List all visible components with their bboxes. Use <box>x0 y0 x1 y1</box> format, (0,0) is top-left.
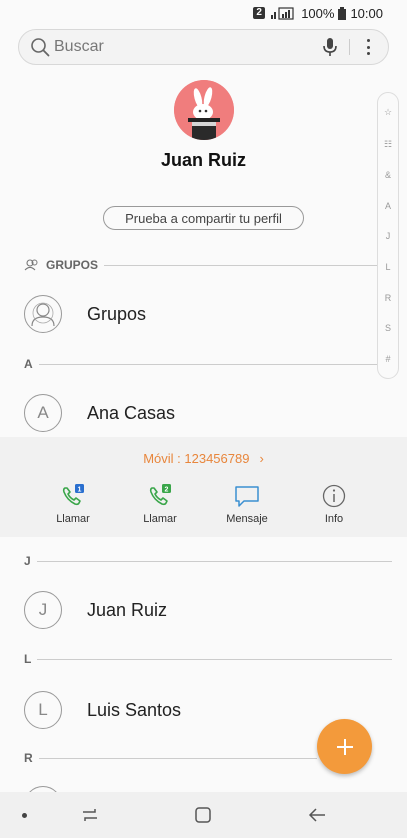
groups-icon <box>24 259 38 271</box>
index-ampersand[interactable]: & <box>385 170 391 180</box>
system-navigation-bar <box>0 792 407 838</box>
home-icon[interactable] <box>194 806 212 824</box>
call-sim2-button[interactable]: 2 Llamar <box>125 483 195 525</box>
add-contact-button[interactable] <box>317 719 372 774</box>
search-icon <box>31 38 50 57</box>
section-letter: R <box>24 751 33 765</box>
contact-name: Ana Casas <box>87 402 176 423</box>
plus-icon <box>336 738 353 755</box>
svg-text:1: 1 <box>78 487 82 494</box>
divider-line <box>36 560 392 562</box>
index-groups-icon[interactable]: ☷ <box>384 139 392 150</box>
phone-sim2-icon: 2 <box>149 484 171 506</box>
mobile-number-link[interactable]: Móvil : 123456789 › <box>0 451 407 466</box>
section-header-a: A <box>24 357 377 371</box>
message-icon <box>235 486 259 507</box>
more-options-icon[interactable] <box>360 37 376 57</box>
info-icon <box>322 484 346 508</box>
profile-name[interactable]: Juan Ruiz <box>0 150 407 171</box>
status-bar: 2 100% 10:00 <box>0 0 407 26</box>
contact-name: Juan Ruiz <box>87 599 168 620</box>
info-button[interactable]: Info <box>299 483 369 525</box>
section-letter: J <box>24 554 31 568</box>
contact-row-ana[interactable]: A Ana Casas <box>0 388 407 438</box>
index-l[interactable]: L <box>385 262 390 272</box>
quick-action-panel: Móvil : 123456789 › 1 Llamar 2 Llamar Men… <box>0 437 407 537</box>
call-sim2-label: Llamar <box>143 513 177 525</box>
battery-percent: 100% <box>301 5 335 21</box>
divider-line <box>104 264 377 266</box>
signal-icon <box>271 7 294 20</box>
contact-avatar: L <box>24 691 62 729</box>
share-profile-button[interactable]: Prueba a compartir tu perfil <box>103 206 304 230</box>
message-button[interactable]: Mensaje <box>212 483 282 525</box>
back-icon[interactable] <box>307 806 327 824</box>
contact-name: Luis Santos <box>87 699 182 720</box>
section-letter: A <box>24 357 33 371</box>
call-sim1-label: Llamar <box>56 513 90 525</box>
index-a[interactable]: A <box>385 201 391 211</box>
divider-line <box>37 658 392 660</box>
chevron-right-icon: › <box>259 451 264 466</box>
section-header-l: L <box>24 652 392 666</box>
section-header-r: R <box>24 751 317 765</box>
search-input[interactable] <box>50 37 319 57</box>
call-sim1-button[interactable]: 1 Llamar <box>38 483 108 525</box>
divider-line <box>38 757 317 759</box>
message-label: Mensaje <box>226 513 268 525</box>
groups-label: Grupos <box>87 303 147 324</box>
section-header-j: J <box>24 554 392 568</box>
battery-icon <box>338 6 347 20</box>
groups-header-label: GRUPOS <box>46 258 99 272</box>
index-hash[interactable]: # <box>385 354 390 364</box>
recent-apps-icon[interactable] <box>80 806 100 824</box>
nav-dot-indicator <box>22 813 27 818</box>
microphone-icon[interactable] <box>319 36 341 58</box>
search-bar[interactable] <box>18 29 389 65</box>
contact-row-juan[interactable]: J Juan Ruiz <box>0 585 407 635</box>
groups-row[interactable]: Grupos <box>0 289 407 339</box>
bunny-avatar-icon <box>174 80 234 140</box>
svg-text:2: 2 <box>165 487 169 494</box>
profile-avatar[interactable] <box>174 80 234 140</box>
sim-slot-badge: 2 <box>253 7 266 19</box>
search-divider <box>349 39 350 55</box>
index-favorites-icon[interactable]: ☆ <box>384 107 392 118</box>
divider-line <box>38 363 377 365</box>
group-person-icon <box>31 302 55 327</box>
contact-avatar: A <box>24 394 62 432</box>
index-j[interactable]: J <box>386 231 391 241</box>
contact-avatar: J <box>24 591 62 629</box>
phone-sim1-icon: 1 <box>62 484 84 506</box>
section-letter: L <box>24 652 32 666</box>
clock: 10:00 <box>350 5 383 21</box>
mobile-number: Móvil : 123456789 <box>143 451 250 466</box>
group-avatar <box>24 295 62 333</box>
groups-section-header: GRUPOS <box>24 258 377 272</box>
info-label: Info <box>324 513 344 525</box>
